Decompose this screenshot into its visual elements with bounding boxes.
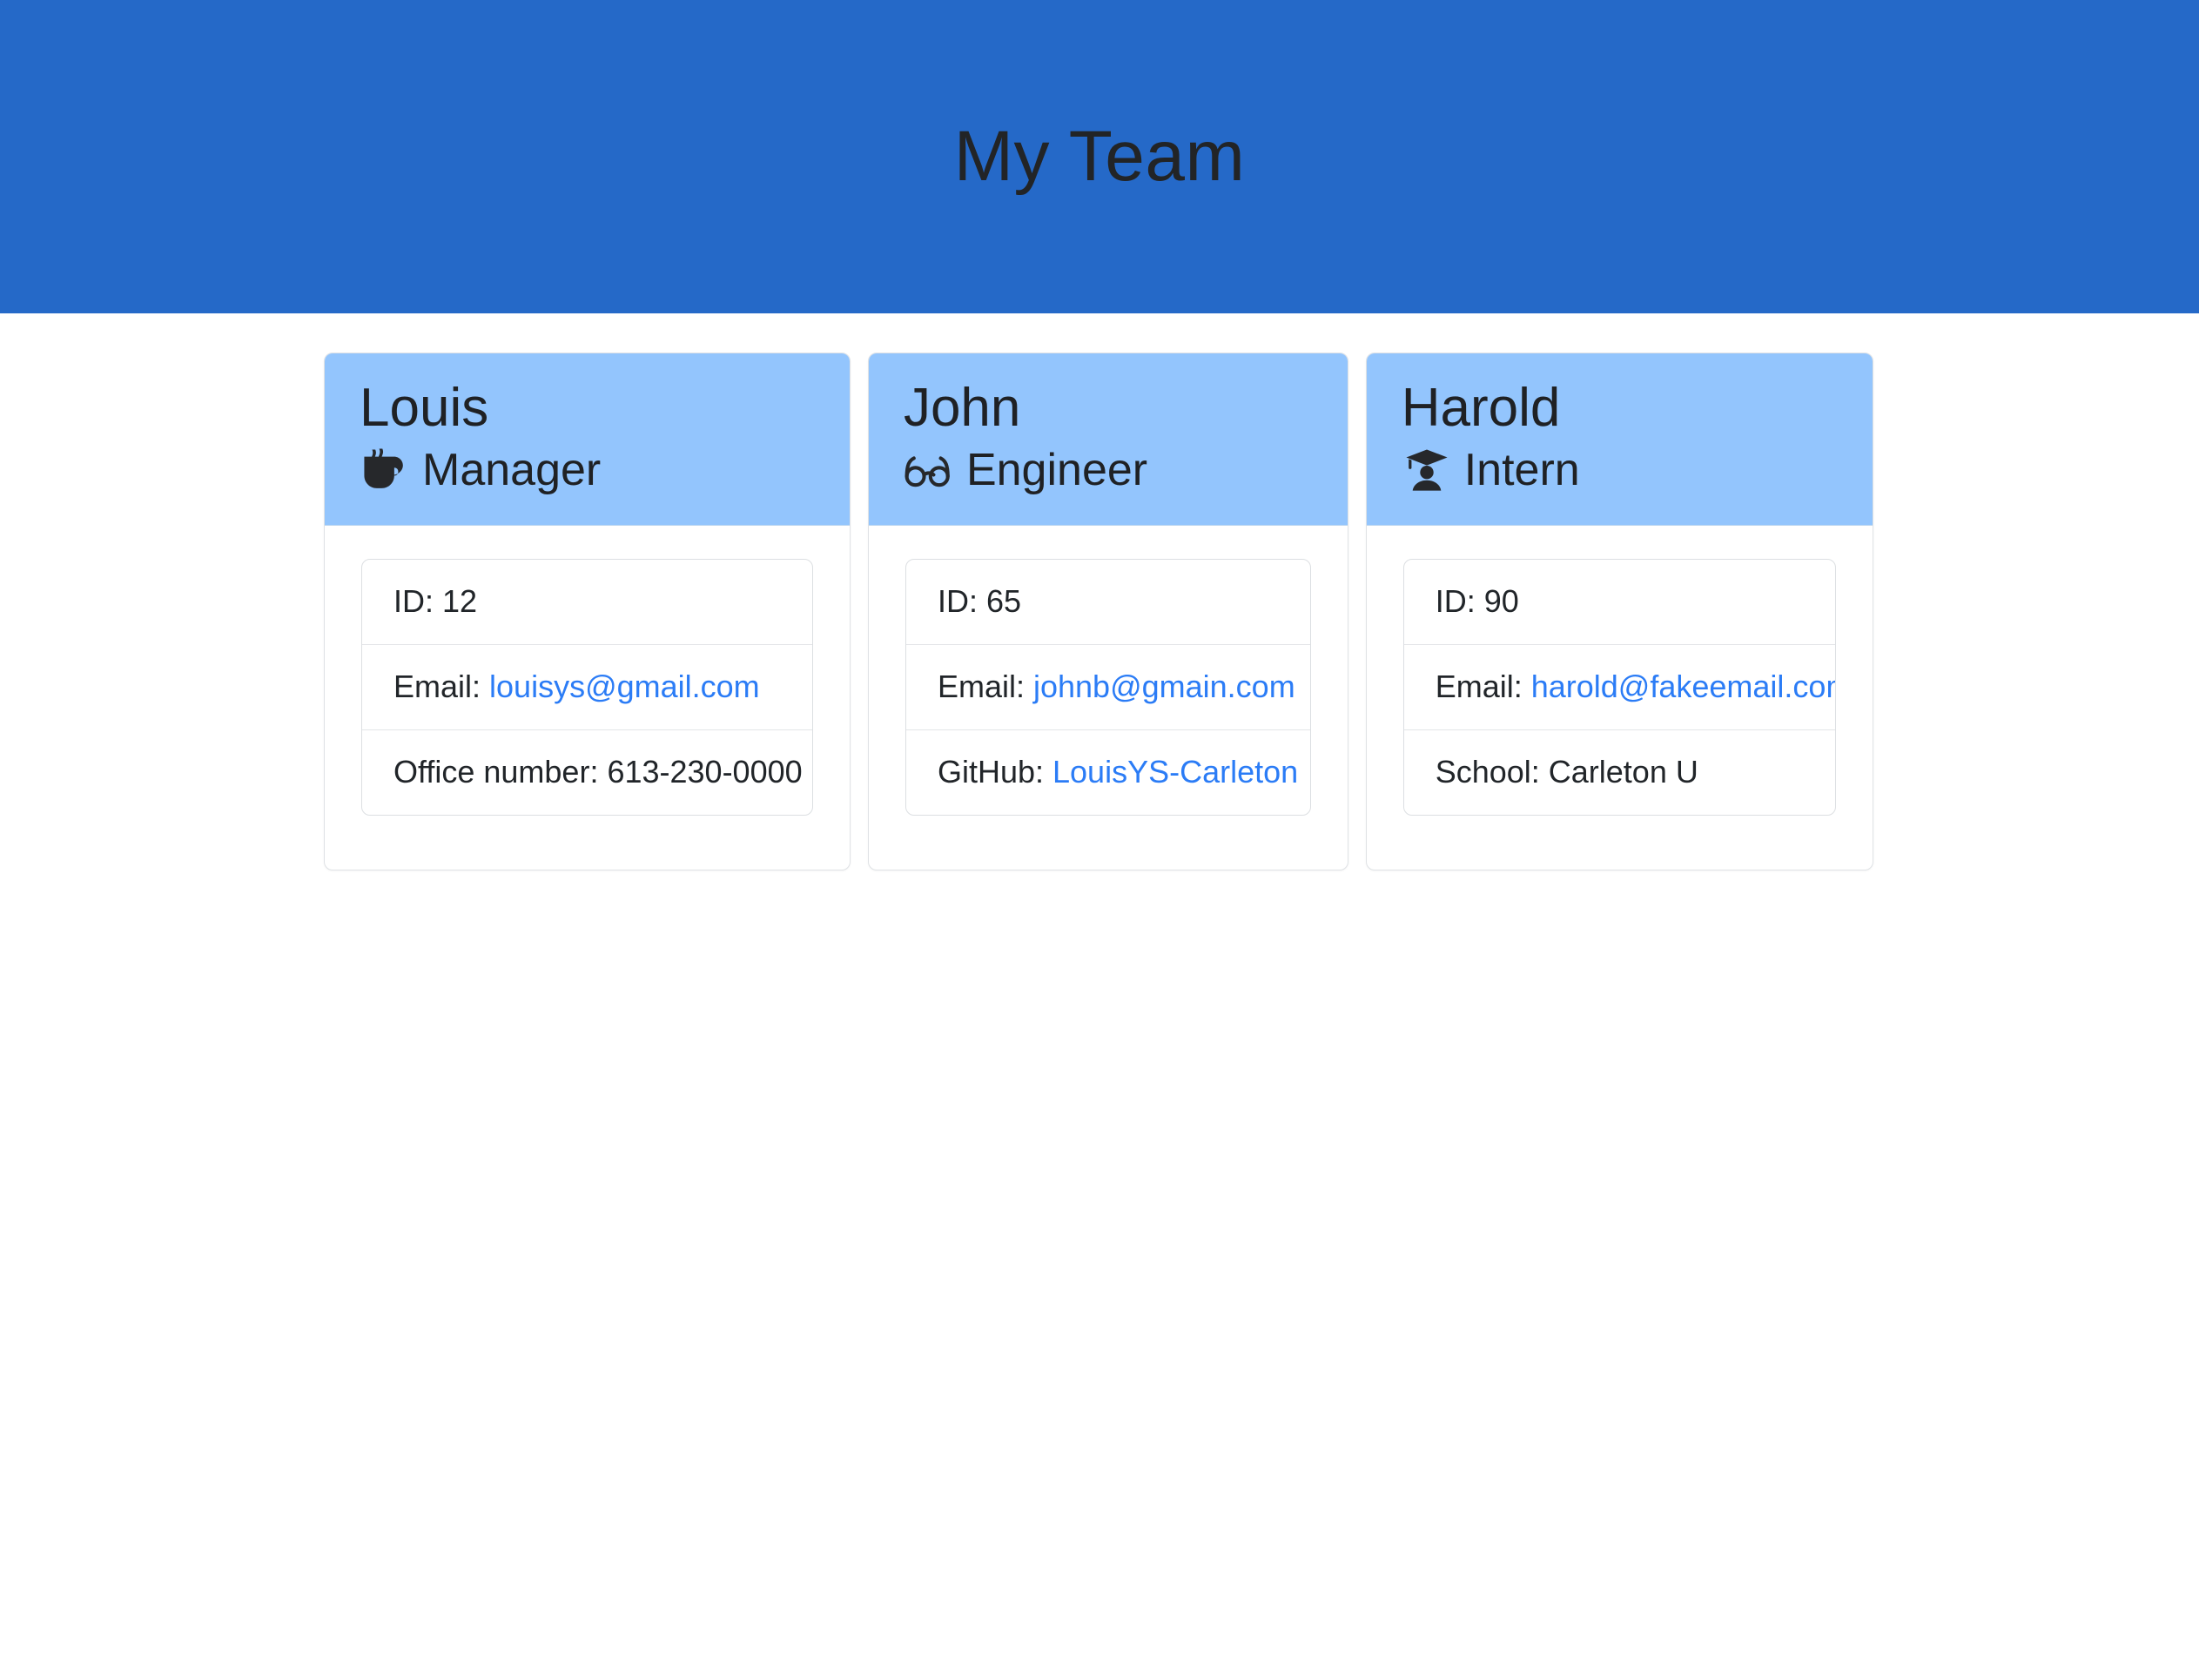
team-member-card: Louis Manager ID: 12 Email: louisys@gmai…: [324, 353, 851, 871]
team-member-card: Harold Intern ID: 90 Email: harold@fakee…: [1365, 353, 1873, 871]
card-header: Harold Intern: [1366, 353, 1873, 527]
member-role-line: Manager: [360, 445, 815, 495]
list-item: GitHub: LouisYS-Carleton: [906, 730, 1310, 815]
detail-label: Email:: [937, 669, 1033, 705]
card-body: ID: 90 Email: harold@fakeemail.com Schoo…: [1367, 526, 1873, 870]
member-role: Manager: [422, 445, 602, 496]
email-link[interactable]: harold@fakeemail.com: [1531, 669, 1835, 704]
detail-value: 12: [442, 583, 478, 620]
list-item: Email: harold@fakeemail.com: [1403, 645, 1835, 731]
eyeglasses-icon: [904, 445, 954, 495]
coffee-cup-icon: [360, 445, 410, 495]
detail-label: ID:: [937, 583, 986, 620]
member-name: Harold: [1401, 378, 1561, 438]
detail-label: GitHub:: [937, 754, 1052, 790]
member-name: John: [903, 378, 1021, 438]
detail-label: School:: [1435, 754, 1549, 790]
detail-label: Email:: [1435, 669, 1531, 705]
graduate-student-icon: [1402, 445, 1452, 495]
detail-value: 90: [1483, 583, 1519, 620]
detail-value: 613-230-0000: [607, 754, 803, 790]
card-body: ID: 65 Email: johnb@gmain.com GitHub: Lo…: [869, 526, 1348, 870]
list-item: Email: louisys@gmail.com: [362, 645, 812, 731]
member-role-line: Intern: [1402, 445, 1838, 495]
page-banner: My Team: [0, 0, 2199, 313]
github-link[interactable]: LouisYS-Carleton: [1052, 754, 1298, 790]
detail-label: Office number:: [393, 754, 608, 790]
list-item: ID: 90: [1403, 560, 1835, 646]
detail-value: 65: [985, 583, 1022, 620]
detail-label: Email:: [393, 669, 490, 705]
detail-label: ID:: [393, 583, 443, 620]
team-page: My Team Louis Manager ID: 12 Email: loui…: [0, 0, 2199, 1680]
email-link[interactable]: johnb@gmain.com: [1033, 669, 1295, 704]
list-item: ID: 65: [905, 560, 1310, 646]
card-body: ID: 12 Email: louisys@gmail.com Office n…: [325, 526, 850, 870]
list-item: School: Carleton U: [1404, 730, 1835, 815]
team-member-card: John Engineer ID: 65 Email: johnb@gmain.…: [867, 353, 1348, 871]
team-card-deck: Louis Manager ID: 12 Email: louisys@gmai…: [324, 353, 1873, 871]
list-item: ID: 12: [362, 560, 812, 646]
member-role: Engineer: [965, 445, 1148, 496]
member-role-line: Engineer: [904, 445, 1313, 495]
list-item: Office number: 613-230-0000: [362, 730, 812, 815]
detail-value: Carleton U: [1548, 754, 1698, 790]
member-name: Louis: [360, 378, 489, 438]
card-header: Louis Manager: [325, 353, 850, 527]
card-header: John Engineer: [868, 353, 1348, 527]
member-detail-list: ID: 65 Email: johnb@gmain.com GitHub: Lo…: [904, 559, 1311, 816]
detail-label: ID:: [1435, 583, 1484, 620]
email-link[interactable]: louisys@gmail.com: [489, 669, 760, 704]
list-item: Email: johnb@gmain.com: [905, 645, 1310, 731]
member-detail-list: ID: 12 Email: louisys@gmail.com Office n…: [361, 559, 813, 816]
member-detail-list: ID: 90 Email: harold@fakeemail.com Schoo…: [1402, 559, 1836, 816]
page-title: My Team: [953, 117, 1246, 196]
member-role: Intern: [1463, 445, 1580, 496]
